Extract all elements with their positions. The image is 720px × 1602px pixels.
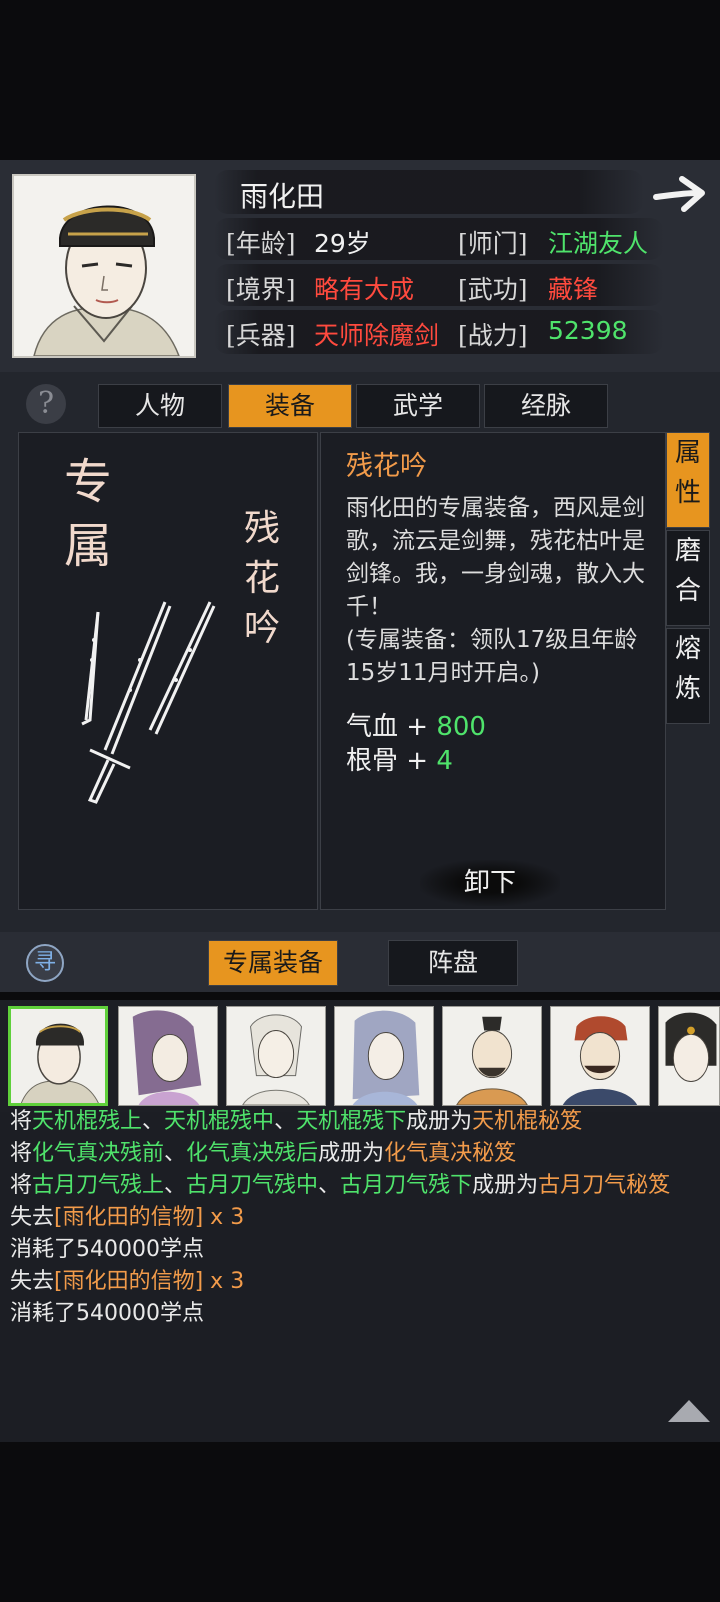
- help-icon[interactable]: ?: [26, 384, 66, 424]
- stat-name: 根骨: [346, 746, 399, 776]
- log-text: 、: [164, 1173, 187, 1198]
- stat-op: +: [406, 746, 429, 776]
- unequip-button[interactable]: 卸下: [420, 860, 560, 906]
- log-text: 、: [164, 1141, 187, 1166]
- log-text: 成册为: [318, 1141, 385, 1166]
- age-value: 29岁: [314, 229, 371, 258]
- item-name-char: 花: [243, 558, 280, 599]
- roster-character[interactable]: [118, 1006, 218, 1106]
- item-description-block: 雨化田的专属装备，西风是剑歌，流云是剑舞，残花枯叶是剑锋。我，一身剑魂，散入大千…: [346, 492, 646, 690]
- log-item: 古月刀气秘笈: [538, 1173, 671, 1198]
- log-line: 消耗了540000学点: [10, 1301, 204, 1326]
- log-count: x 3: [203, 1269, 245, 1294]
- sect-label: [师门]: [458, 229, 528, 258]
- stat-bone: 根骨 + 4: [346, 740, 453, 777]
- log-line: 将化气真决残前、化气真决残后成册为化气真决秘笈: [10, 1138, 710, 1170]
- log-count: x 3: [203, 1205, 245, 1230]
- age-label: [年龄]: [226, 229, 296, 258]
- side-tab-smelt[interactable]: 熔 炼: [666, 628, 710, 724]
- exclusive-char-2: 属: [63, 518, 112, 574]
- character-name: 雨化田: [240, 180, 325, 213]
- log-item: [雨化田的信物]: [54, 1269, 204, 1294]
- skill-value: 藏锋: [548, 275, 599, 304]
- side-tab-char: 炼: [674, 674, 701, 704]
- log-item: 天机棍秘笈: [472, 1109, 583, 1134]
- stat-hp: 气血 + 800: [346, 706, 486, 743]
- log-item: [雨化田的信物]: [54, 1205, 204, 1230]
- weapon-label: [兵器]: [226, 321, 296, 350]
- log-text: 失去: [10, 1269, 55, 1294]
- log-item: 古月刀气残下: [340, 1173, 473, 1198]
- log-line: 消耗了540000学点: [10, 1237, 204, 1262]
- item-unlock-note: (专属装备：领队17级且年龄15岁11月时开启。): [346, 627, 638, 686]
- stat-name: 气血: [346, 712, 399, 742]
- log-text: 、: [142, 1109, 165, 1134]
- side-tab-char: 磨: [674, 536, 701, 566]
- item-description: 雨化田的专属装备，西风是剑歌，流云是剑舞，残花枯叶是剑锋。我，一身剑魂，散入大千…: [346, 495, 645, 620]
- power-label: [战力]: [458, 321, 528, 350]
- roster-character[interactable]: [658, 1006, 720, 1106]
- roster-character[interactable]: [8, 1006, 108, 1106]
- log-text: 成册为: [472, 1173, 539, 1198]
- log-line: 失去[雨化田的信物] x 3: [10, 1266, 710, 1298]
- log-text: 将: [10, 1173, 33, 1198]
- tab-exclusive-equipment[interactable]: 专属装备: [208, 940, 338, 986]
- character-portrait: [12, 174, 196, 358]
- arrow-right-icon[interactable]: [652, 173, 708, 215]
- roster-character[interactable]: [442, 1006, 542, 1106]
- item-name-char: 吟: [243, 608, 280, 649]
- log-item: 化气真决秘笈: [384, 1141, 517, 1166]
- sub-tab-bar: [0, 932, 720, 992]
- log-text: 成册为: [406, 1109, 473, 1134]
- tab-equipment[interactable]: 装备: [228, 384, 352, 428]
- log-text: 、: [274, 1109, 297, 1134]
- sect-value: 江湖友人: [548, 229, 649, 258]
- exclusive-char-1: 专: [63, 454, 112, 510]
- roster-character[interactable]: [226, 1006, 326, 1106]
- item-name-vertical: 残 花 吟: [242, 504, 282, 654]
- side-tab-char: 性: [674, 478, 701, 508]
- item-name-char: 残: [243, 508, 280, 549]
- tab-meridians[interactable]: 经脉: [484, 384, 608, 428]
- tab-formation[interactable]: 阵盘: [388, 940, 518, 986]
- stat-value: 800: [436, 712, 486, 742]
- side-tab-attributes[interactable]: 属 性: [666, 432, 710, 528]
- log-line: 将天机棍残上、天机棍残中、天机棍残下成册为天机棍秘笈: [10, 1106, 710, 1138]
- log-text: 、: [318, 1173, 341, 1198]
- realm-label: [境界]: [226, 275, 296, 304]
- item-title: 残花吟: [346, 451, 427, 482]
- log-item: 古月刀气残上: [32, 1173, 165, 1198]
- scroll-up-icon[interactable]: [668, 1400, 710, 1422]
- realm-value: 略有大成: [314, 275, 415, 304]
- log-line: 失去[雨化田的信物] x 3: [10, 1202, 710, 1234]
- exclusive-label: 专 属: [58, 450, 118, 578]
- log-text: 失去: [10, 1205, 55, 1230]
- log-text: 将: [10, 1141, 33, 1166]
- roster-character[interactable]: [334, 1006, 434, 1106]
- side-tab-char: 属: [674, 438, 701, 468]
- log-item: 古月刀气残中: [186, 1173, 319, 1198]
- log-lines: 将天机棍残上、天机棍残中、天机棍残下成册为天机棍秘笈 将化气真决残前、化气真决残…: [10, 1106, 710, 1330]
- tab-martial-arts[interactable]: 武学: [356, 384, 480, 428]
- stat-op: +: [406, 712, 429, 742]
- log-text: 将: [10, 1109, 33, 1134]
- side-tab-char: 熔: [674, 634, 701, 664]
- search-icon[interactable]: 寻: [26, 944, 64, 982]
- log-item: 天机棍残上: [32, 1109, 143, 1134]
- stat-value: 4: [436, 746, 453, 776]
- tab-character[interactable]: 人物: [98, 384, 222, 428]
- log-item: 化气真决残前: [32, 1141, 165, 1166]
- sword-icon: [81, 601, 216, 804]
- log-item: 天机棍残下: [296, 1109, 407, 1134]
- power-value: 52398: [548, 316, 628, 345]
- weapon-value: 天师除魔剑: [314, 321, 440, 350]
- portrait-drawing: [14, 176, 194, 356]
- log-item: 化气真决残后: [186, 1141, 319, 1166]
- log-item: 天机棍残中: [164, 1109, 275, 1134]
- log-line: 将古月刀气残上、古月刀气残中、古月刀气残下成册为古月刀气秘笈: [10, 1170, 710, 1202]
- side-tab-tuning[interactable]: 磨 合: [666, 530, 710, 626]
- side-tab-char: 合: [674, 576, 701, 606]
- skill-label: [武功]: [458, 275, 528, 304]
- roster-character[interactable]: [550, 1006, 650, 1106]
